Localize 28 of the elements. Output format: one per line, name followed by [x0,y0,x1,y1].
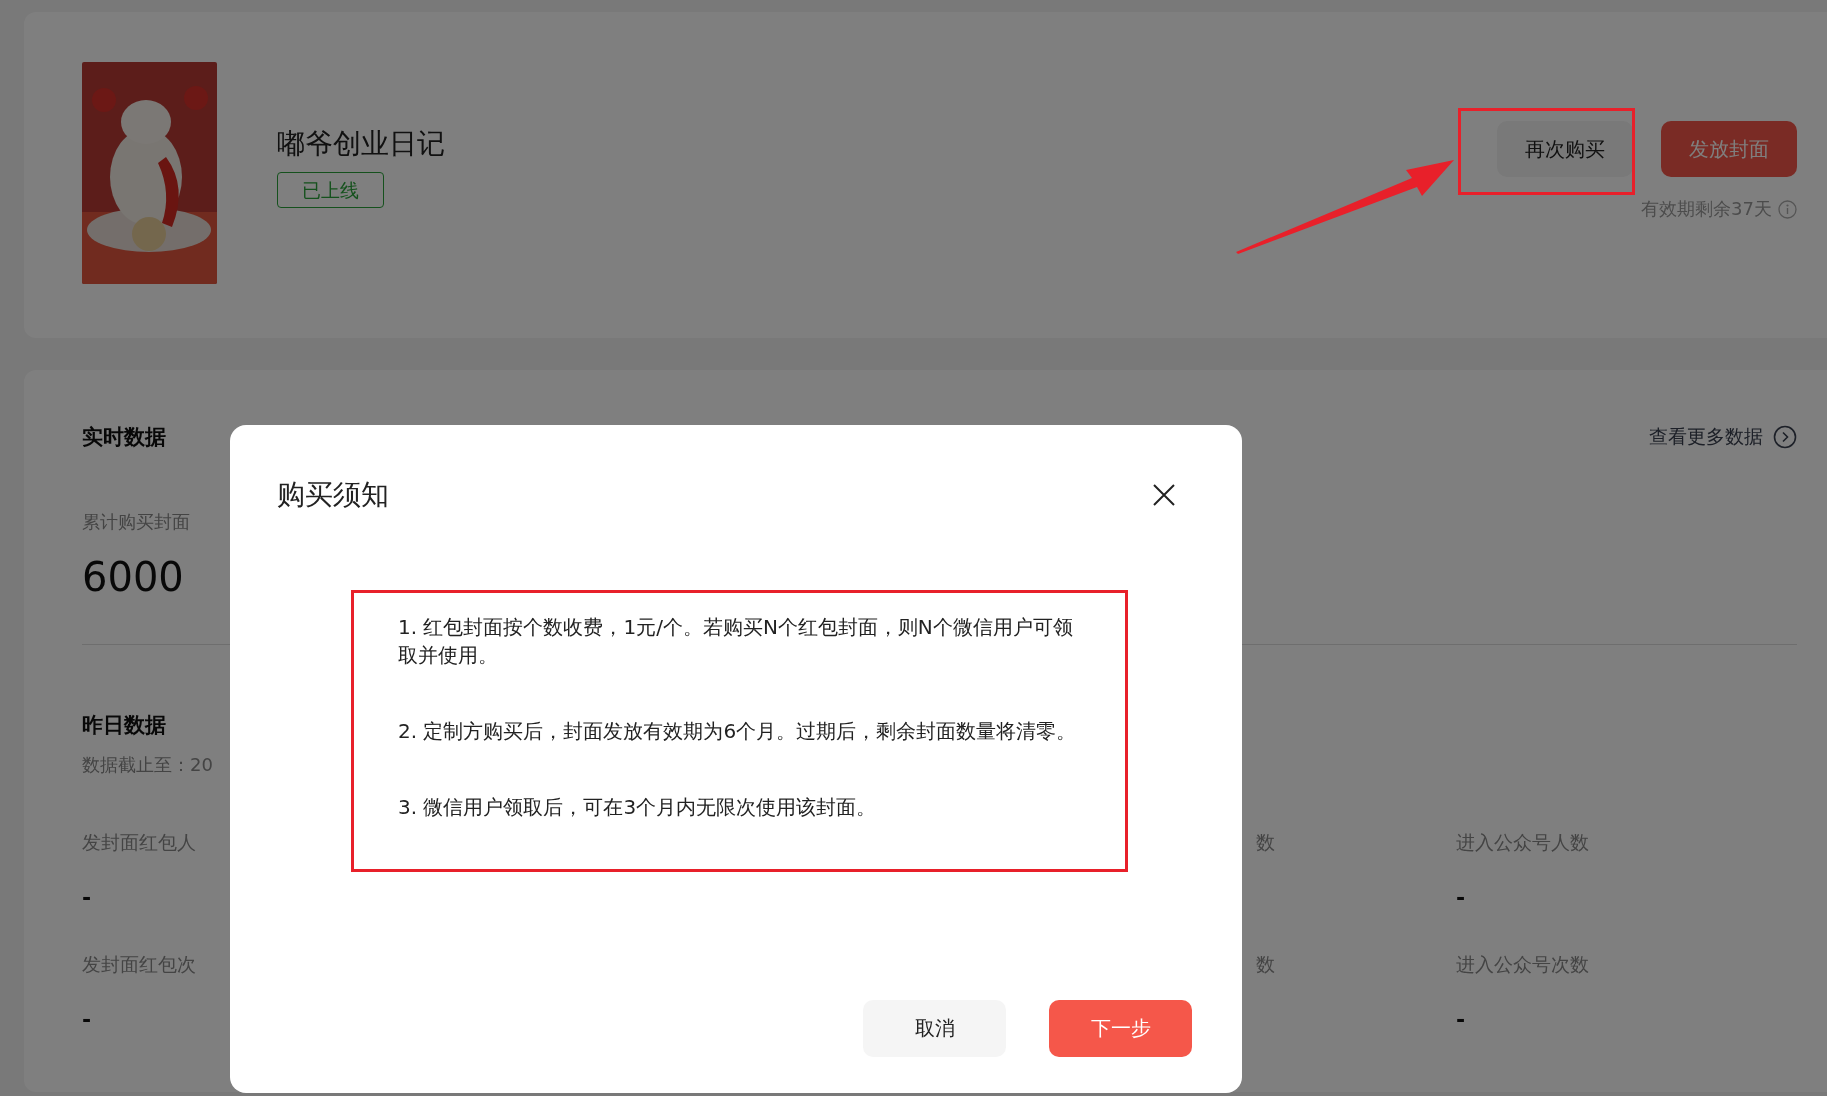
chevron-circle-icon [1773,425,1797,449]
next-button[interactable]: 下一步 [1049,1000,1192,1057]
cancel-button[interactable]: 取消 [863,1000,1006,1057]
stat-label: 数 [1256,952,1275,977]
stat-value: - [82,1007,92,1033]
section-title: 昨日数据 [82,712,166,739]
dialog-title: 购买须知 [277,477,389,513]
stat-value: - [82,885,92,911]
stat-value: 6000 [82,554,184,600]
notice-text: 3. 微信用户领取后，可在3个月内无限次使用该封面。 [398,794,878,821]
stat-value: - [1456,1007,1466,1033]
stat-label: 发封面红包次 [82,952,196,977]
section-title: 实时数据 [82,424,166,451]
cover-title: 嘟爷创业日记 [277,126,445,162]
stat-label: 累计购买封面 [82,510,190,534]
stat-value: - [1456,885,1466,911]
status-tag: 已上线 [277,172,384,208]
stat-label: 发封面红包人 [82,830,196,855]
notice-text: 2. 定制方购买后，封面发放有效期为6个月。过期后，剩余封面数量将清零。 [398,718,1078,745]
notice-text: 1. 红包封面按个数收费，1元/个。若购买N个红包封面，则N个微信用户可领取并使用。 [398,614,1074,669]
buy-again-button[interactable]: 再次购买 [1497,121,1633,177]
stat-label: 进入公众号次数 [1456,952,1589,977]
close-icon[interactable] [1152,483,1176,507]
stat-label: 数 [1256,830,1275,855]
cutoff-text: 数据截止至：20 [82,753,213,777]
more-data-link[interactable]: 查看更多数据 [1649,424,1797,450]
distribute-button[interactable]: 发放封面 [1661,121,1797,177]
stat-label: 进入公众号人数 [1456,830,1589,855]
